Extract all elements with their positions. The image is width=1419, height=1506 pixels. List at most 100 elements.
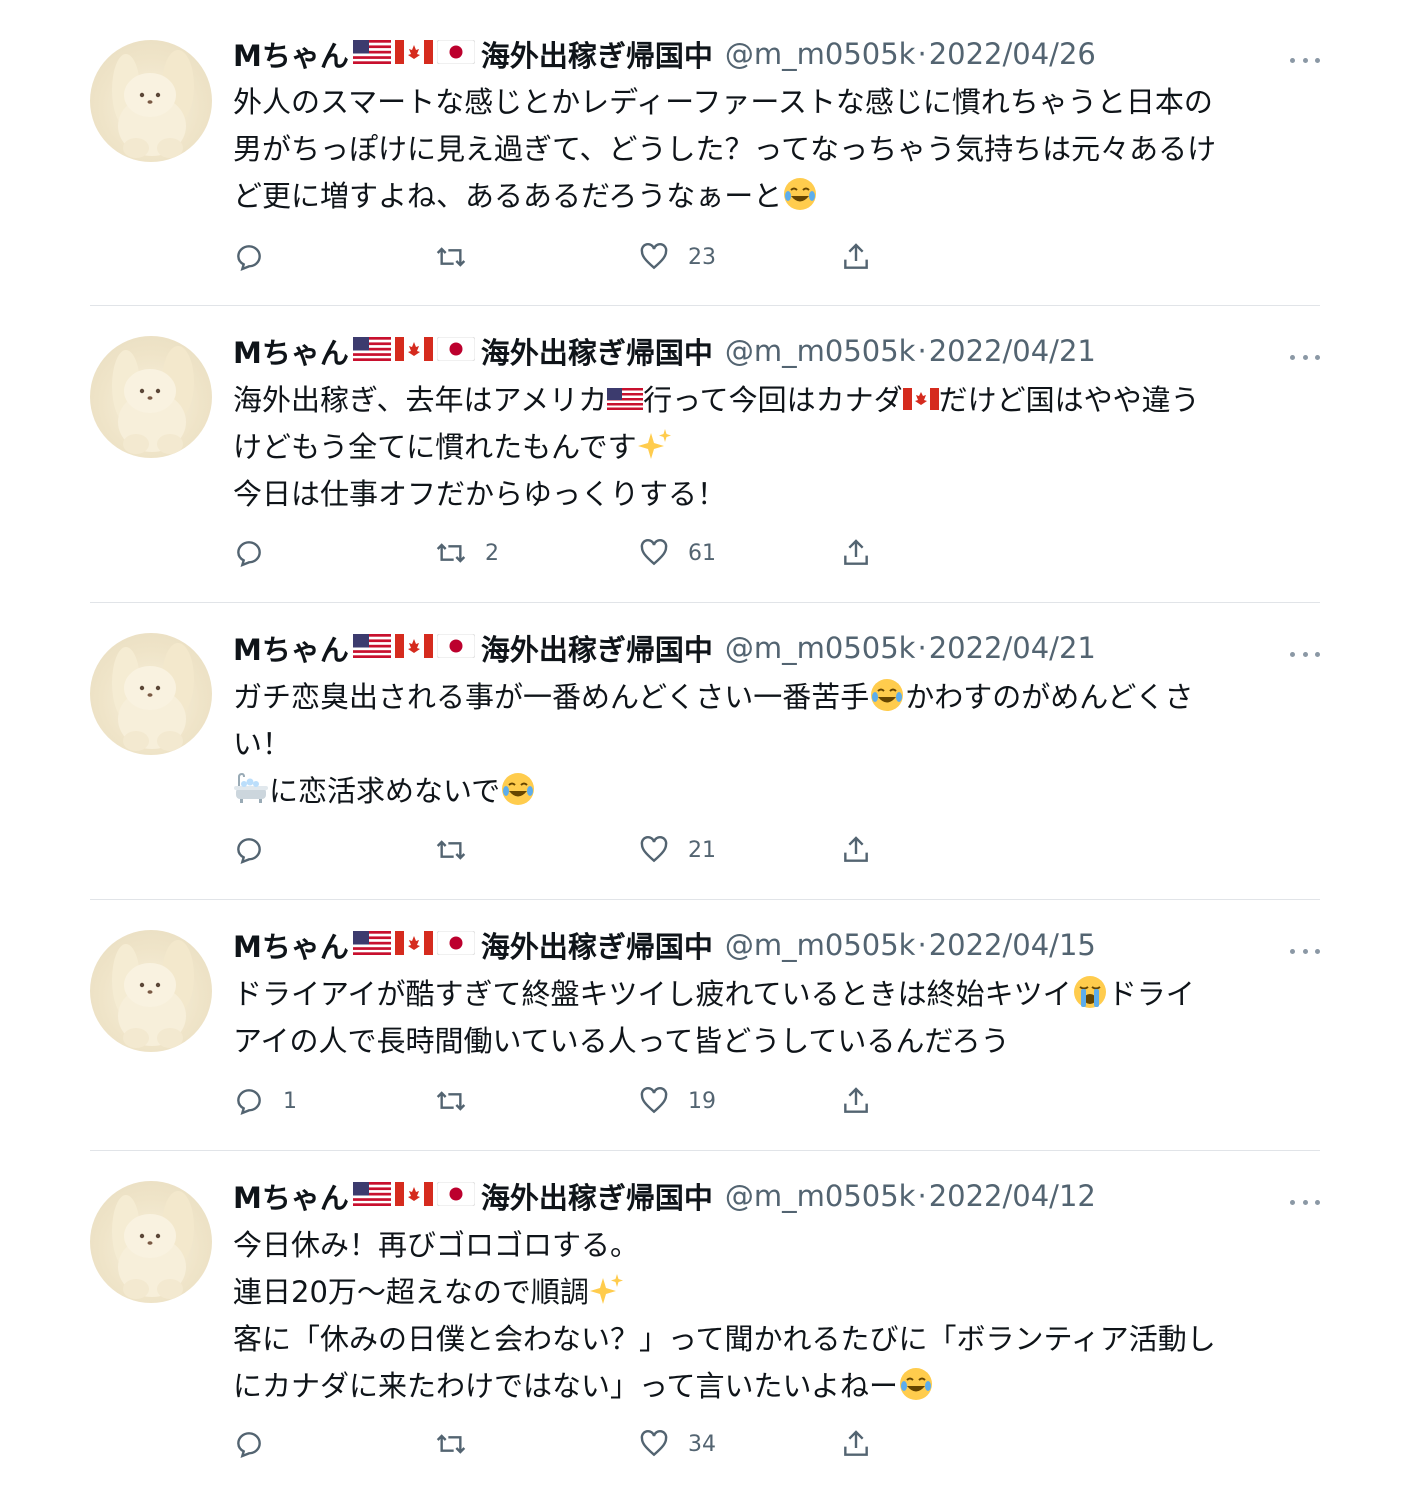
retweet-button[interactable] — [435, 1424, 485, 1464]
reply-button[interactable]: 1 — [233, 1081, 297, 1121]
more-options-icon[interactable] — [1290, 347, 1320, 367]
avatar[interactable] — [90, 40, 212, 162]
tweet-line: にカナダに来たわけではない」って言いたいよねー — [233, 1363, 1318, 1410]
retweet-icon — [436, 247, 466, 267]
share-button[interactable] — [840, 533, 872, 573]
share-upload-icon — [844, 1087, 868, 1113]
like-button[interactable]: 61 — [638, 533, 716, 573]
tweet-line: 海外出稼ぎ、去年はアメリカ 行って今回はカナダ だけど国はやや違う — [233, 377, 1318, 424]
speech-bubble-icon — [237, 1432, 261, 1459]
retweet-button[interactable] — [435, 237, 485, 277]
tweet-line: に恋活求めないで — [233, 768, 1318, 815]
share-button[interactable] — [840, 1081, 872, 1121]
user-name[interactable]: Mちゃん — [233, 33, 349, 75]
like-count: 61 — [688, 540, 716, 566]
like-button[interactable]: 19 — [638, 1081, 716, 1121]
separator: · — [917, 1179, 927, 1213]
user-handle[interactable]: @m_m0505k — [725, 928, 916, 962]
bunny-plush-avatar-image — [112, 643, 194, 751]
us-flag-icon — [352, 928, 391, 962]
avatar[interactable] — [90, 1181, 212, 1303]
canada-flag-emoji-icon — [902, 388, 939, 410]
user-name-suffix[interactable]: 海外出稼ぎ帰国中 — [481, 330, 713, 372]
separator: · — [917, 631, 927, 665]
avatar[interactable] — [90, 336, 212, 458]
user-handle[interactable]: @m_m0505k — [725, 1179, 916, 1213]
speech-bubble-icon — [237, 245, 261, 272]
avatar[interactable] — [90, 930, 212, 1052]
share-upload-icon — [844, 243, 868, 269]
user-name-suffix[interactable]: 海外出稼ぎ帰国中 — [481, 33, 713, 75]
like-button[interactable]: 21 — [638, 830, 716, 870]
tears-of-joy-emoji-icon — [784, 178, 817, 210]
tweet-text: ガチ恋臭出される事が一番めんどくさい一番苦手 かわすのがめんどくさ い！ に恋活求… — [233, 674, 1318, 815]
more-options-icon[interactable] — [1290, 50, 1320, 70]
share-button[interactable] — [840, 830, 872, 870]
japan-flag-icon — [436, 928, 476, 962]
reply-button[interactable] — [233, 533, 283, 573]
tweet-line: けどもう全てに慣れたもんです — [233, 424, 1318, 471]
user-name-suffix[interactable]: 海外出稼ぎ帰国中 — [481, 1175, 713, 1217]
speech-bubble-icon — [237, 541, 261, 568]
separator: · — [917, 334, 927, 368]
like-button[interactable]: 34 — [638, 1424, 716, 1464]
tweet-header: Mちゃん 海外出稼ぎ帰国中 @m_m0505k · 2022/04/12 — [233, 1176, 1320, 1216]
user-name[interactable]: Mちゃん — [233, 1175, 349, 1217]
user-name-suffix[interactable]: 海外出稼ぎ帰国中 — [481, 924, 713, 966]
reply-button[interactable] — [233, 1424, 283, 1464]
tweet-date[interactable]: 2022/04/21 — [929, 631, 1096, 665]
tweet-actions: 34 — [233, 1424, 933, 1464]
heart-icon — [640, 1430, 668, 1457]
more-options-icon[interactable] — [1290, 1192, 1320, 1212]
tweet-date[interactable]: 2022/04/12 — [929, 1179, 1096, 1213]
retweet-button[interactable]: 2 — [435, 533, 499, 573]
retweet-icon — [436, 543, 466, 563]
sparkles-emoji-icon — [637, 429, 671, 459]
avatar[interactable] — [90, 633, 212, 755]
tweet-line: い！ — [233, 727, 292, 761]
user-name-suffix[interactable]: 海外出稼ぎ帰国中 — [481, 627, 713, 669]
user-handle[interactable]: @m_m0505k — [725, 631, 916, 665]
like-button[interactable]: 23 — [638, 237, 716, 277]
tweet-date[interactable]: 2022/04/21 — [929, 334, 1096, 368]
user-name[interactable]: Mちゃん — [233, 627, 349, 669]
tweet-actions: 2 61 — [233, 533, 933, 573]
tweet-header: Mちゃん 海外出稼ぎ帰国中 @m_m0505k · 2022/04/21 — [233, 628, 1320, 668]
tweet-actions: 21 — [233, 830, 933, 870]
loudly-crying-emoji-icon — [1073, 976, 1106, 1008]
user-name[interactable]: Mちゃん — [233, 924, 349, 966]
us-flag-icon — [352, 1179, 391, 1213]
tweet-line: ガチ恋臭出される事が一番めんどくさい一番苦手 かわすのがめんどくさ — [233, 674, 1318, 721]
tweet-date[interactable]: 2022/04/26 — [929, 37, 1096, 71]
reply-button[interactable] — [233, 237, 283, 277]
retweet-count: 2 — [485, 540, 499, 566]
speech-bubble-icon — [237, 1089, 261, 1116]
more-options-icon[interactable] — [1290, 644, 1320, 664]
us-flag-emoji-icon — [607, 388, 644, 410]
like-count: 19 — [688, 1088, 716, 1114]
tweet-line: ど更に増すよね、あるあるだろうなぁーと — [233, 173, 1318, 220]
canada-flag-icon — [394, 334, 433, 368]
user-handle[interactable]: @m_m0505k — [725, 37, 916, 71]
reply-button[interactable] — [233, 830, 283, 870]
share-button[interactable] — [840, 1424, 872, 1464]
tweet-line: 今日休み！再びゴロゴロする。 — [233, 1228, 640, 1262]
bunny-plush-avatar-image — [112, 50, 194, 158]
user-handle[interactable]: @m_m0505k — [725, 334, 916, 368]
tweet-actions: 23 — [233, 237, 933, 277]
more-options-icon[interactable] — [1290, 941, 1320, 961]
japan-flag-icon — [436, 37, 476, 71]
share-upload-icon — [844, 1430, 868, 1456]
us-flag-icon — [352, 631, 391, 665]
tweet-line: 外人のスマートな感じとかレディーファーストな感じに慣れちゃうと日本の — [233, 85, 1213, 119]
user-name[interactable]: Mちゃん — [233, 330, 349, 372]
tweet-date[interactable]: 2022/04/15 — [929, 928, 1096, 962]
heart-icon — [640, 539, 668, 566]
share-button[interactable] — [840, 237, 872, 277]
tweet-actions: 1 19 — [233, 1081, 933, 1121]
retweet-button[interactable] — [435, 830, 485, 870]
reply-count: 1 — [283, 1088, 297, 1114]
retweet-button[interactable] — [435, 1081, 485, 1121]
tweet-text: 今日休み！再びゴロゴロする。 連日20万〜超えなので順調 客に「休みの日僕と会わ… — [233, 1222, 1318, 1410]
us-flag-icon — [352, 37, 391, 71]
